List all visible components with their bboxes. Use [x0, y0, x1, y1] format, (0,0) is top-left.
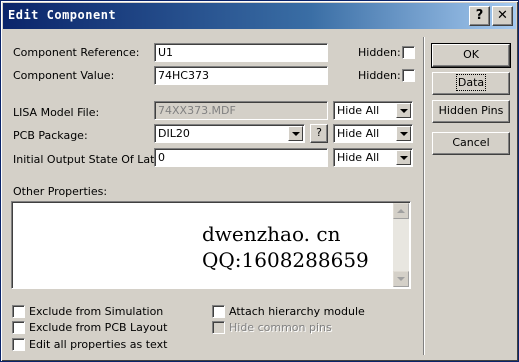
lisa-model-label: LISA Model File: [13, 106, 100, 119]
hidden-value-checkbox[interactable] [402, 69, 415, 82]
lisa-model-field: 74XX373.MDF [154, 101, 328, 120]
latch-visibility-value: Hide All [337, 151, 380, 164]
title-bar: Edit Component ? ✕ [3, 3, 516, 29]
scroll-up-icon[interactable] [393, 203, 409, 219]
cancel-button[interactable]: Cancel [432, 132, 510, 155]
window-title: Edit Component [8, 8, 117, 22]
watermark-line-2: QQ:1608288659 [202, 248, 369, 272]
latch-state-field[interactable]: 0 [154, 148, 328, 167]
component-value-field[interactable]: 74HC373 [154, 66, 328, 85]
hidden-label-value: Hidden: [358, 69, 401, 82]
pcb-package-label: PCB Package: [13, 129, 88, 142]
attach-hierarchy-checkbox[interactable] [212, 305, 225, 318]
edit-all-properties-checkbox[interactable] [12, 338, 25, 351]
vertical-scrollbar[interactable] [393, 203, 409, 287]
chevron-down-icon[interactable] [396, 103, 411, 118]
scroll-down-icon[interactable] [393, 271, 409, 287]
ok-button[interactable]: OK [431, 43, 511, 68]
exclude-pcb-label: Exclude from PCB Layout [29, 321, 168, 334]
latch-visibility-select[interactable]: Hide All [333, 148, 413, 167]
hidden-pins-button[interactable]: Hidden Pins [432, 100, 510, 123]
latch-state-label: Initial Output State Of Latch: [13, 153, 172, 166]
hide-common-pins-checkbox [212, 321, 225, 334]
pcb-package-help-button[interactable]: ? [310, 124, 328, 143]
edit-all-properties-label: Edit all properties as text [29, 338, 168, 351]
watermark-line-1: dwenzhao. cn [202, 222, 341, 246]
pcb-visibility-value: Hide All [337, 127, 380, 140]
exclude-pcb-checkbox[interactable] [12, 321, 25, 334]
hidden-reference-checkbox[interactable] [402, 46, 415, 59]
pcb-package-value: DIL20 [158, 127, 190, 140]
data-button[interactable]: Data [432, 72, 510, 95]
component-reference-field[interactable]: U1 [154, 43, 328, 62]
hide-common-pins-label: Hide common pins [229, 321, 332, 334]
component-reference-label: Component Reference: [13, 46, 140, 59]
exclude-simulation-label: Exclude from Simulation [29, 305, 164, 318]
close-button[interactable]: ✕ [492, 6, 513, 26]
pcb-visibility-select[interactable]: Hide All [333, 124, 413, 143]
exclude-simulation-checkbox[interactable] [12, 305, 25, 318]
vertical-separator [423, 37, 425, 355]
chevron-down-icon[interactable] [396, 126, 411, 141]
hidden-label-reference: Hidden: [358, 46, 401, 59]
chevron-down-icon[interactable] [396, 150, 411, 165]
edit-component-dialog: Edit Component ? ✕ Component Reference: … [0, 0, 519, 362]
component-value-label: Component Value: [13, 69, 115, 82]
other-properties-label: Other Properties: [13, 185, 108, 198]
attach-hierarchy-label: Attach hierarchy module [229, 305, 365, 318]
chevron-down-icon[interactable] [288, 126, 303, 141]
lisa-visibility-value: Hide All [337, 104, 380, 117]
other-properties-textarea[interactable]: dwenzhao. cn QQ:1608288659 [11, 201, 411, 289]
pcb-package-select[interactable]: DIL20 [154, 124, 305, 143]
help-button[interactable]: ? [469, 6, 490, 26]
lisa-visibility-select[interactable]: Hide All [333, 101, 413, 120]
